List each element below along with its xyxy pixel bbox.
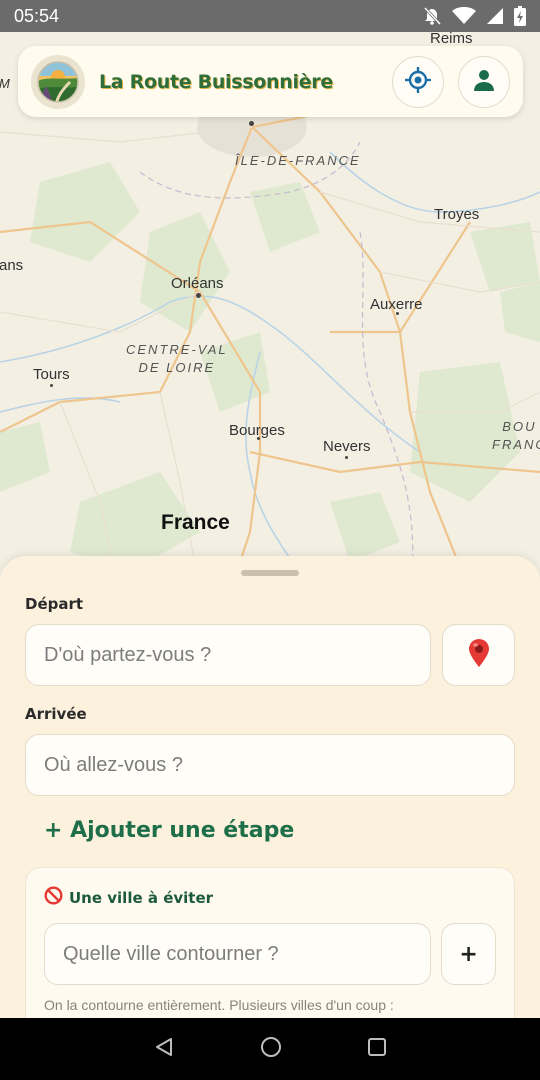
arrival-input[interactable]: Où allez-vous ? [25, 734, 515, 796]
signal-icon [486, 7, 504, 25]
map-region-line: FRANC [492, 437, 540, 452]
wifi-icon [452, 7, 476, 25]
system-nav-bar [0, 1018, 540, 1080]
home-icon[interactable] [260, 1036, 282, 1062]
map-city-label: Nevers [323, 438, 371, 455]
map-city-dot [396, 312, 399, 315]
battery-charging-icon [514, 6, 526, 26]
map-country-label: France [161, 511, 230, 534]
map-region-line: BOU [502, 419, 537, 434]
profile-button[interactable] [458, 55, 510, 108]
user-icon [472, 68, 496, 96]
route-sheet: Départ D'où partez-vous ? Arrivée Où all… [0, 556, 540, 1037]
map-region-label: BOU FRANC [492, 418, 540, 454]
status-icons [422, 6, 526, 26]
locate-button[interactable] [392, 55, 444, 108]
status-time: 05:54 [14, 5, 60, 26]
logo-icon[interactable] [31, 54, 85, 109]
avoid-city-title: Une ville à éviter [44, 868, 496, 909]
map-city-label: Troyes [434, 206, 480, 223]
map-partial-label: M [0, 76, 12, 91]
locate-icon [404, 66, 432, 98]
departure-input[interactable]: D'où partez-vous ? [25, 624, 431, 686]
avoid-city-row: Quelle ville contourner ? + [44, 923, 496, 985]
map-city-dot [50, 384, 53, 387]
map-region-label: CENTRE-VAL DE LOIRE [126, 341, 228, 377]
map-city-label: Reims [430, 32, 473, 47]
notifications-off-icon [422, 6, 442, 26]
map-city-label: Tours [33, 366, 70, 383]
app-title: La Route Buissonnière [99, 70, 333, 93]
status-bar: 05:54 [0, 0, 540, 32]
prohibited-icon [44, 886, 63, 909]
map-city-dot [196, 293, 201, 298]
pin-icon [468, 638, 490, 672]
map-city-label: Orléans [171, 275, 224, 292]
avoid-city-card: Une ville à éviter Quelle ville contourn… [25, 867, 515, 1037]
avoid-city-hint: On la contourne entièrement. Plusieurs v… [44, 997, 394, 1013]
map-city-label: Auxerre [370, 296, 423, 313]
map-region-label: ÎLE-DE-FRANCE [235, 153, 361, 168]
recents-icon[interactable] [367, 1037, 387, 1061]
departure-row: D'où partez-vous ? [25, 624, 515, 686]
map-city-dot [257, 437, 260, 440]
add-avoid-city-button[interactable]: + [441, 923, 496, 985]
map-city-dot [249, 121, 254, 126]
use-location-button[interactable] [442, 624, 515, 686]
back-icon[interactable] [153, 1036, 175, 1062]
departure-label: Départ [25, 595, 84, 613]
arrival-label: Arrivée [25, 705, 87, 723]
map-city-dot [345, 456, 348, 459]
map-partial-label: ans [0, 257, 24, 274]
avoid-city-input[interactable]: Quelle ville contourner ? [44, 923, 432, 985]
avoid-city-title-text: Une ville à éviter [69, 888, 214, 907]
header-card: La Route Buissonnière [18, 46, 523, 117]
sheet-drag-handle[interactable] [241, 570, 299, 576]
map-region-line: DE LOIRE [138, 360, 216, 375]
map-region-line: CENTRE-VAL [126, 342, 228, 357]
add-step-button[interactable]: + Ajouter une étape [44, 818, 515, 843]
